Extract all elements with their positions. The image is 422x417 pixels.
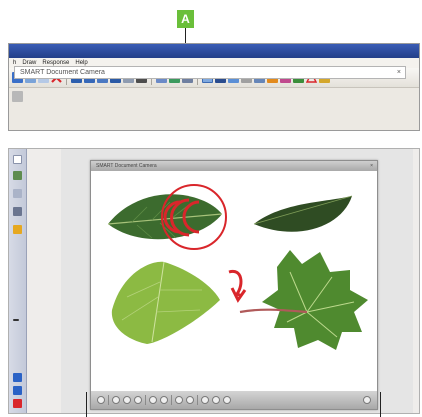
capture-region-icon[interactable] <box>123 396 131 404</box>
side-tab-strip <box>9 149 27 413</box>
capture-icon[interactable] <box>112 396 120 404</box>
arrow-left-icon[interactable] <box>13 373 22 382</box>
freeze-icon[interactable] <box>201 396 209 404</box>
document-camera-window: SMART Document Camera × <box>90 160 378 410</box>
addons-icon[interactable] <box>13 225 22 234</box>
attachments-icon[interactable] <box>13 189 22 198</box>
zoom-in-icon[interactable] <box>160 396 168 404</box>
arrow-right-icon[interactable] <box>13 386 22 395</box>
record-dot-icon[interactable] <box>13 399 22 408</box>
controls-separator <box>108 395 109 405</box>
settings-icon[interactable] <box>363 396 371 404</box>
gallery-icon[interactable] <box>13 171 22 180</box>
notebook-workspace-panel: SMART Document Camera × <box>8 148 420 414</box>
leaf-top-right <box>253 195 353 232</box>
callout-a-label: A <box>177 10 194 28</box>
close-icon[interactable]: × <box>397 67 401 78</box>
window-title-strip <box>9 44 419 58</box>
document-camera-titlebar: SMART Document Camera × <box>91 161 377 171</box>
document-camera-tab[interactable]: SMART Document Camera × <box>14 66 406 79</box>
pages-icon[interactable] <box>12 90 23 102</box>
dash-icon <box>13 319 19 321</box>
bracket-left <box>86 392 87 417</box>
brightness-up-icon[interactable] <box>186 396 194 404</box>
focus-icon[interactable] <box>212 396 220 404</box>
properties-tab-icon[interactable] <box>13 207 22 216</box>
leaf-bottom-left <box>111 261 220 344</box>
leaf-bottom-right <box>239 250 368 350</box>
rotate-icon[interactable] <box>97 396 105 404</box>
autofocus-icon[interactable] <box>223 396 231 404</box>
close-icon[interactable]: × <box>370 161 373 171</box>
document-camera-controls <box>91 391 377 409</box>
document-camera-tab-title: SMART Document Camera <box>20 69 105 76</box>
brightness-down-icon[interactable] <box>175 396 183 404</box>
toolbar-row-2 <box>9 88 419 104</box>
capture-window-icon[interactable] <box>134 396 142 404</box>
bracket-right <box>380 392 381 417</box>
zoom-out-icon[interactable] <box>149 396 157 404</box>
document-camera-title: SMART Document Camera <box>96 163 157 169</box>
controls-separator <box>197 395 198 405</box>
controls-separator <box>171 395 172 405</box>
camera-feed-image <box>92 172 377 393</box>
notebook-toolbar-panel: h Draw Response Help <box>8 43 420 131</box>
controls-separator <box>145 395 146 405</box>
page-sorter-icon[interactable] <box>13 155 22 164</box>
